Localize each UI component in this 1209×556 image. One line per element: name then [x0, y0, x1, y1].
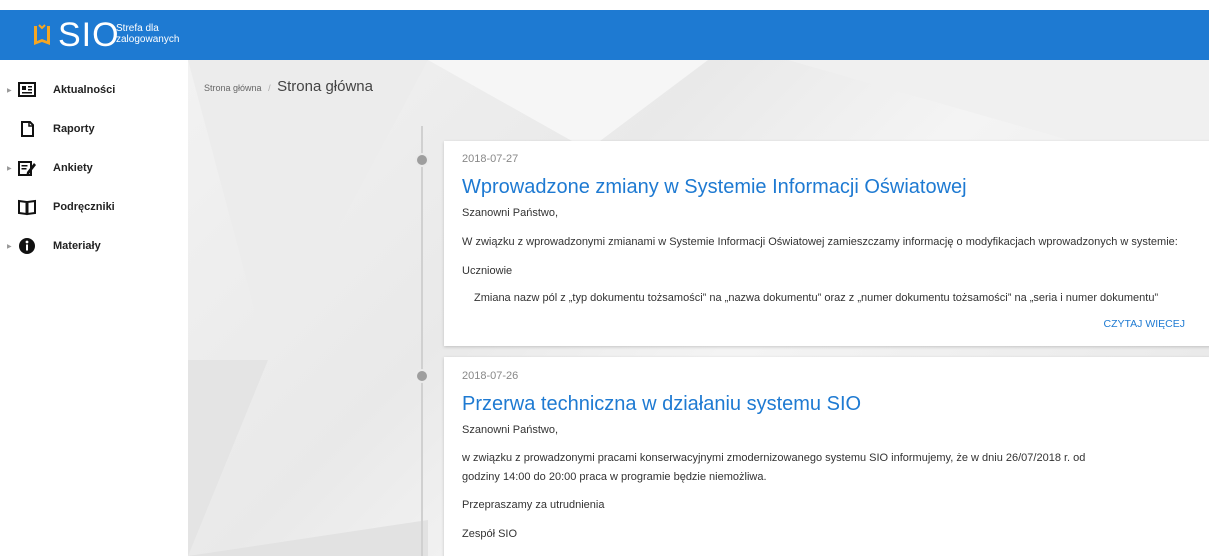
news-title[interactable]: Przerwa techniczna w działaniu systemu S…: [462, 393, 861, 416]
news-paragraph: w związku z prowadzonymi pracami konserw…: [462, 452, 1086, 464]
news-card: 2018-07-27 Wprowadzone zmiany w Systemie…: [444, 141, 1209, 346]
top-navigation-bar: SIO Strefa dla zalogowanych: [0, 10, 1209, 60]
edit-form-icon: [18, 161, 36, 176]
caret-right-icon: ▶: [7, 244, 12, 250]
sidebar-item-ankiety[interactable]: ▶ Ankiety: [0, 154, 188, 184]
sidebar-item-label: Aktualności: [53, 84, 116, 96]
caret-right-icon: ▶: [7, 166, 12, 172]
breadcrumb-home[interactable]: Strona główna: [204, 83, 262, 93]
news-date: 2018-07-27: [462, 153, 519, 165]
breadcrumb-current: Strona główna: [277, 78, 373, 95]
top-spacer: [0, 0, 1209, 10]
news-paragraph: W związku z wprowadzonymi zmianami w Sys…: [462, 236, 1178, 248]
news-card: 2018-07-26 Przerwa techniczna w działani…: [444, 357, 1209, 556]
news-title[interactable]: Wprowadzone zmiany w Systemie Informacji…: [462, 176, 967, 199]
sidebar-item-aktualnosci[interactable]: ▶ Aktualności: [0, 76, 188, 106]
news-apology: Przepraszamy za utrudnienia: [462, 499, 605, 511]
logo-text[interactable]: SIO: [58, 15, 120, 55]
sidebar-item-label: Materiały: [53, 240, 101, 252]
newspaper-icon: [18, 82, 36, 97]
sidebar-item-label: Podręczniki: [53, 201, 115, 213]
sidebar: ▶ Aktualności Raporty ▶ Ankiety Podręczn…: [0, 60, 188, 556]
timeline-line: [421, 126, 423, 556]
caret-right-icon: ▶: [7, 88, 12, 94]
book-logo-icon: [34, 24, 50, 45]
info-icon: [19, 238, 35, 254]
sidebar-item-raporty[interactable]: Raporty: [0, 115, 188, 145]
news-list-item: Zmiana nazw pól z „typ dokumentu tożsamo…: [474, 292, 1159, 304]
sidebar-item-label: Raporty: [53, 123, 95, 135]
sidebar-item-materialy[interactable]: ▶ Materiały: [0, 232, 188, 262]
read-more-link[interactable]: CZYTAJ WIĘCEJ: [1104, 318, 1185, 330]
logo-subtitle-line1: Strefa dla: [116, 23, 159, 34]
breadcrumb: Strona główna / Strona główna: [204, 78, 373, 95]
news-greeting: Szanowni Państwo,: [462, 207, 558, 219]
logo-subtitle-line2: zalogowanych: [116, 34, 180, 45]
news-paragraph-continued: godziny 14:00 do 20:00 praca w programie…: [462, 471, 767, 483]
breadcrumb-separator: /: [268, 83, 271, 93]
document-icon: [21, 121, 34, 137]
news-section-heading: Uczniowie: [462, 265, 513, 277]
timeline-dot: [415, 153, 429, 167]
open-book-icon: [18, 199, 36, 216]
news-signature: Zespół SIO: [462, 528, 518, 540]
logo-subtitle: Strefa dla zalogowanych: [116, 23, 206, 45]
main-content: Strona główna / Strona główna 2018-07-27…: [188, 60, 1209, 556]
news-date: 2018-07-26: [462, 370, 519, 382]
timeline-dot: [415, 369, 429, 383]
sidebar-item-podreczniki[interactable]: Podręczniki: [0, 193, 188, 223]
news-greeting: Szanowni Państwo,: [462, 424, 558, 436]
sidebar-item-label: Ankiety: [53, 162, 93, 174]
